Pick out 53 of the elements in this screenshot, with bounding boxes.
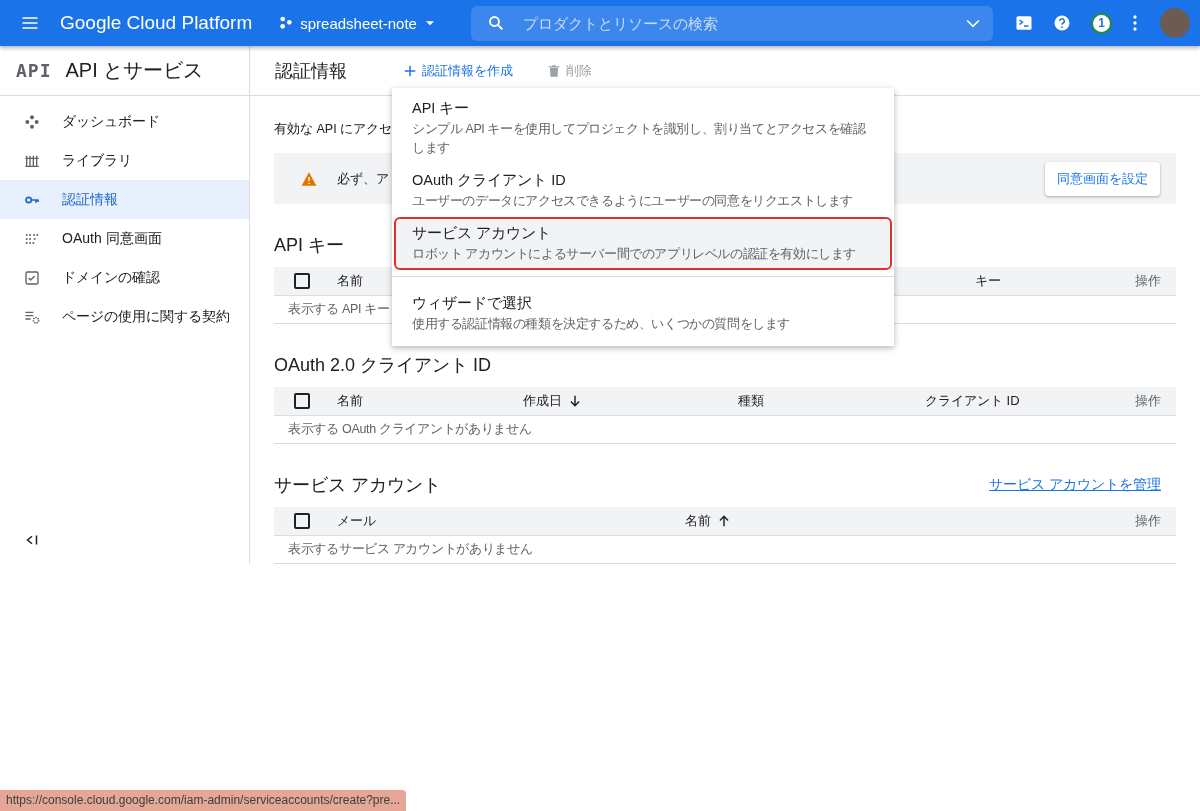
- sidebar-item[interactable]: ドメインの確認: [0, 258, 249, 297]
- app-title: Google Cloud Platform: [60, 12, 253, 34]
- sidebar-item[interactable]: OAuth 同意画面: [0, 219, 249, 258]
- checkbox-icon: [24, 269, 40, 286]
- select-all-checkbox[interactable]: [294, 273, 310, 289]
- create-button[interactable]: 認証情報を作成: [399, 57, 517, 84]
- section-heading: API キー: [274, 234, 344, 257]
- sidebar-item[interactable]: 認証情報: [0, 180, 249, 219]
- help-icon[interactable]: [1052, 14, 1071, 32]
- collapse-icon[interactable]: [26, 534, 38, 546]
- warning-text: 必ず、ア: [337, 169, 389, 188]
- empty-message: 表示するサービス アカウントがありません: [274, 536, 1176, 564]
- column-header: 操作: [1135, 512, 1162, 530]
- search-icon: [486, 14, 505, 32]
- consent-button[interactable]: 同意画面を設定: [1045, 161, 1160, 196]
- description: 有効な API にアクセ: [274, 122, 393, 136]
- plus-icon: [403, 63, 417, 78]
- terminal-icon[interactable]: [1014, 14, 1033, 32]
- empty-message: 表示する OAuth クライアントがありません: [274, 416, 1176, 444]
- sidebar-item[interactable]: ダッシュボード: [0, 102, 249, 141]
- column-header[interactable]: キー: [975, 272, 1001, 290]
- api-logo: API: [16, 60, 52, 81]
- select-all-checkbox[interactable]: [294, 513, 310, 529]
- page-title: 認証情報: [275, 59, 347, 83]
- section-heading: OAuth 2.0 クライアント ID: [274, 354, 492, 377]
- column-header: 操作: [1135, 272, 1162, 290]
- dashboard-icon: [24, 113, 40, 130]
- more-icon[interactable]: [1131, 14, 1138, 32]
- column-header[interactable]: クライアント ID: [925, 392, 1020, 410]
- warning-icon: [301, 170, 317, 187]
- section-heading: サービス アカウント: [274, 474, 441, 497]
- column-header[interactable]: 種類: [738, 392, 764, 410]
- menu-item[interactable]: サービス アカウント ロボット アカウントによるサーバー間でのアプリレベルの認証を有効にします: [394, 217, 892, 270]
- column-header[interactable]: 名前: [337, 392, 363, 410]
- column-header[interactable]: 名前: [685, 512, 731, 530]
- dots-icon: [278, 15, 295, 31]
- sidebar-item[interactable]: ライブラリ: [0, 141, 249, 180]
- section-title: API とサービス: [65, 58, 204, 83]
- sidebar-item[interactable]: ページの使用に関する契約: [0, 297, 249, 336]
- menu-item[interactable]: API キー シンプル API キーを使用してプロジェクトを識別し、割り当てとアクセスを確認します: [394, 92, 892, 164]
- search-bar[interactable]: プロダクトとリソースの検索: [470, 5, 993, 41]
- column-header[interactable]: メール: [337, 512, 376, 530]
- notification-badge[interactable]: 1: [1090, 12, 1112, 34]
- search-input[interactable]: プロダクトとリソースの検索: [520, 13, 963, 33]
- status-url: https://console.cloud.google.com/iam-admin/serviceaccounts/create?pre...: [0, 790, 407, 811]
- menu-item[interactable]: OAuth クライアント ID ユーザーのデータにアクセスできるようにユーザーの同意をリクエストします: [394, 164, 892, 217]
- trash-icon: [547, 63, 561, 78]
- column-header[interactable]: 作成日: [523, 392, 582, 410]
- select-all-checkbox[interactable]: [294, 393, 310, 409]
- project-selector[interactable]: spreadsheet-note: [274, 10, 441, 36]
- column-header[interactable]: 名前: [337, 272, 363, 290]
- manage-link[interactable]: サービス アカウントを管理: [989, 476, 1161, 494]
- column-header: 操作: [1135, 392, 1162, 410]
